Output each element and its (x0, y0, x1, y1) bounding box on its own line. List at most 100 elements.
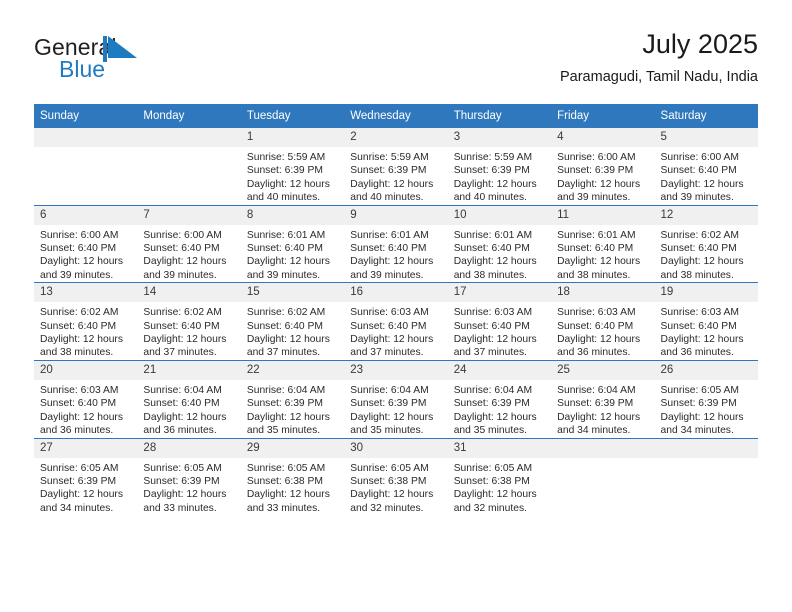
calendar-day-cell[interactable]: 6 Sunrise: 6:00 AM Sunset: 6:40 PM Daylight… (34, 204, 138, 283)
day-details: Sunrise: 6:03 AM Sunset: 6:40 PM Daylight:… (344, 302, 447, 360)
sunset-text: Sunset: 6:39 PM (453, 398, 530, 410)
calendar-week-row: 1 Sunrise: 5:59 AM Sunset: 6:39 PM Daylight… (34, 127, 758, 206)
daylight-text-line2: and 34 minutes. (557, 425, 631, 437)
sunset-text: Sunset: 6:40 PM (350, 320, 427, 332)
calendar-day-cell[interactable]: 2 Sunrise: 5:59 AM Sunset: 6:39 PM Daylight… (344, 127, 448, 206)
daylight-text-line2: and 37 minutes. (143, 347, 217, 359)
day-number: 4 (551, 128, 655, 147)
daylight-text-line1: Daylight: 12 hours (350, 178, 434, 190)
calendar-day-cell[interactable]: 10 Sunrise: 6:01 AM Sunset: 6:40 PM Dayligh… (447, 204, 552, 283)
day-number: 26 (654, 360, 758, 380)
daylight-text-line1: Daylight: 12 hours (246, 178, 330, 190)
day-number (137, 128, 241, 147)
day-number: 23 (344, 360, 448, 380)
calendar-day-cell[interactable]: 29 Sunrise: 6:05 AM Sunset: 6:38 PM Dayligh… (240, 437, 345, 516)
sunrise-text: Sunrise: 6:05 AM (143, 462, 222, 474)
calendar-day-cell[interactable]: 17 Sunrise: 6:03 AM Sunset: 6:40 PM Dayligh… (447, 282, 552, 361)
calendar-day-cell[interactable]: 21 Sunrise: 6:04 AM Sunset: 6:40 PM Dayligh… (137, 359, 241, 438)
daylight-text-line1: Daylight: 12 hours (246, 334, 330, 346)
calendar-day-cell[interactable]: 23 Sunrise: 6:04 AM Sunset: 6:39 PM Dayligh… (344, 359, 448, 438)
calendar-day-cell[interactable]: 30 Sunrise: 6:05 AM Sunset: 6:38 PM Dayligh… (344, 437, 448, 516)
calendar-day-cell[interactable]: 4 Sunrise: 6:00 AM Sunset: 6:39 PM Daylight… (551, 127, 655, 206)
sunset-text: Sunset: 6:38 PM (350, 475, 427, 487)
day-number: 19 (654, 283, 758, 303)
sunrise-text: Sunrise: 6:04 AM (143, 384, 222, 396)
page-subtitle: Paramagudi, Tamil Nadu, India (559, 69, 758, 85)
calendar-day-cell[interactable]: 3 Sunrise: 5:59 AM Sunset: 6:39 PM Daylight… (447, 127, 552, 206)
day-details: Sunrise: 6:02 AM Sunset: 6:40 PM Daylight:… (34, 302, 137, 360)
daylight-text-line2: and 35 minutes. (453, 425, 527, 437)
calendar-day-cell[interactable]: 20 Sunrise: 6:03 AM Sunset: 6:40 PM Dayligh… (34, 359, 138, 438)
sunrise-text: Sunrise: 6:04 AM (453, 384, 533, 396)
calendar-day-cell[interactable]: 28 Sunrise: 6:05 AM Sunset: 6:39 PM Dayligh… (137, 437, 241, 516)
sunrise-text: Sunrise: 6:05 AM (246, 462, 326, 474)
daylight-text-line1: Daylight: 12 hours (453, 334, 537, 346)
daylight-text-line1: Daylight: 12 hours (660, 411, 744, 423)
calendar-day-cell[interactable]: 1 Sunrise: 5:59 AM Sunset: 6:39 PM Daylight… (240, 127, 345, 206)
sunset-text: Sunset: 6:40 PM (246, 320, 323, 332)
sunrise-text: Sunrise: 6:00 AM (557, 152, 636, 163)
day-details: Sunrise: 6:01 AM Sunset: 6:40 PM Daylight:… (344, 225, 447, 283)
triangle-flag-icon (103, 36, 139, 62)
calendar-day-cell[interactable]: 31 Sunrise: 6:05 AM Sunset: 6:38 PM Dayligh… (447, 437, 552, 516)
day-details: Sunrise: 6:00 AM Sunset: 6:40 PM Daylight:… (137, 225, 240, 283)
calendar-day-cell[interactable]: 18 Sunrise: 6:03 AM Sunset: 6:40 PM Dayligh… (551, 282, 655, 361)
brand-logo[interactable]: General Blue (34, 34, 164, 90)
calendar-day-cell[interactable]: 27 Sunrise: 6:05 AM Sunset: 6:39 PM Dayligh… (34, 437, 138, 516)
daylight-text-line1: Daylight: 12 hours (453, 489, 537, 501)
sunrise-text: Sunrise: 6:03 AM (660, 307, 739, 319)
daylight-text-line2: and 40 minutes. (246, 192, 321, 204)
day-number: 27 (34, 438, 138, 458)
calendar-day-cell[interactable]: 5 Sunrise: 6:00 AM Sunset: 6:40 PM Daylight… (654, 127, 758, 206)
calendar-day-cell[interactable]: 9 Sunrise: 6:01 AM Sunset: 6:40 PM Daylight… (344, 204, 448, 283)
daylight-text-line1: Daylight: 12 hours (557, 334, 641, 346)
sunrise-text: Sunrise: 6:01 AM (246, 229, 326, 241)
daylight-text-line2: and 32 minutes. (350, 502, 424, 514)
daylight-text-line2: and 38 minutes. (557, 269, 631, 281)
calendar-day-cell[interactable]: 26 Sunrise: 6:05 AM Sunset: 6:39 PM Dayligh… (654, 359, 758, 438)
day-number: 21 (137, 360, 241, 380)
daylight-text-line2: and 32 minutes. (453, 502, 527, 514)
calendar-day-cell[interactable]: 11 Sunrise: 6:01 AM Sunset: 6:40 PM Dayligh… (551, 204, 655, 283)
daylight-text-line2: and 36 minutes. (143, 425, 217, 437)
day-number (34, 128, 138, 147)
calendar-day-cell[interactable]: 8 Sunrise: 6:01 AM Sunset: 6:40 PM Daylight… (240, 204, 345, 283)
daylight-text-line2: and 39 minutes. (246, 269, 321, 281)
daylight-text-line2: and 35 minutes. (350, 425, 424, 437)
day-number: 9 (344, 205, 448, 225)
calendar-day-cell[interactable]: 15 Sunrise: 6:02 AM Sunset: 6:40 PM Dayligh… (240, 282, 345, 361)
day-number: 2 (344, 128, 448, 147)
day-number: 12 (654, 205, 758, 225)
calendar-day-cell[interactable]: 19 Sunrise: 6:03 AM Sunset: 6:40 PM Dayligh… (654, 282, 758, 361)
day-details: Sunrise: 6:00 AM Sunset: 6:40 PM Daylight:… (34, 225, 137, 283)
daylight-text-line2: and 33 minutes. (246, 502, 321, 514)
sunrise-text: Sunrise: 6:02 AM (143, 307, 222, 319)
day-number: 20 (34, 360, 138, 380)
day-number: 5 (654, 128, 758, 147)
day-details: Sunrise: 6:04 AM Sunset: 6:39 PM Daylight:… (241, 380, 344, 438)
calendar-day-cell[interactable]: 7 Sunrise: 6:00 AM Sunset: 6:40 PM Daylight… (137, 204, 241, 283)
daylight-text-line1: Daylight: 12 hours (143, 489, 227, 501)
calendar-day-cell[interactable]: 24 Sunrise: 6:04 AM Sunset: 6:39 PM Dayligh… (447, 359, 552, 438)
calendar-day-cell[interactable]: 13 Sunrise: 6:02 AM Sunset: 6:40 PM Dayligh… (34, 282, 138, 361)
page-title: July 2025 (642, 29, 758, 59)
sunrise-text: Sunrise: 6:02 AM (40, 307, 119, 319)
calendar-grid: Sunday Monday Tuesday Wednesday Thursday… (34, 104, 758, 516)
calendar-day-cell[interactable]: 12 Sunrise: 6:02 AM Sunset: 6:40 PM Dayligh… (654, 204, 758, 283)
sunset-text: Sunset: 6:39 PM (350, 165, 427, 177)
day-number: 8 (240, 205, 345, 225)
day-number: 1 (240, 128, 345, 147)
calendar-day-cell[interactable]: 16 Sunrise: 6:03 AM Sunset: 6:40 PM Dayligh… (344, 282, 448, 361)
day-details: Sunrise: 6:05 AM Sunset: 6:38 PM Daylight:… (448, 458, 551, 516)
calendar-cell-empty (137, 127, 241, 206)
day-number: 16 (344, 283, 448, 303)
calendar-day-cell[interactable]: 14 Sunrise: 6:02 AM Sunset: 6:40 PM Dayligh… (137, 282, 241, 361)
day-details: Sunrise: 6:04 AM Sunset: 6:39 PM Daylight:… (448, 380, 551, 438)
day-details: Sunrise: 6:05 AM Sunset: 6:39 PM Daylight:… (137, 458, 240, 516)
calendar-day-cell[interactable]: 22 Sunrise: 6:04 AM Sunset: 6:39 PM Dayligh… (240, 359, 345, 438)
sunset-text: Sunset: 6:39 PM (143, 475, 220, 487)
daylight-text-line2: and 33 minutes. (143, 502, 217, 514)
calendar-day-cell[interactable]: 25 Sunrise: 6:04 AM Sunset: 6:39 PM Dayligh… (551, 359, 655, 438)
day-details: Sunrise: 6:04 AM Sunset: 6:39 PM Daylight:… (344, 380, 447, 438)
calendar-body: 1 Sunrise: 5:59 AM Sunset: 6:39 PM Daylight… (34, 127, 758, 516)
